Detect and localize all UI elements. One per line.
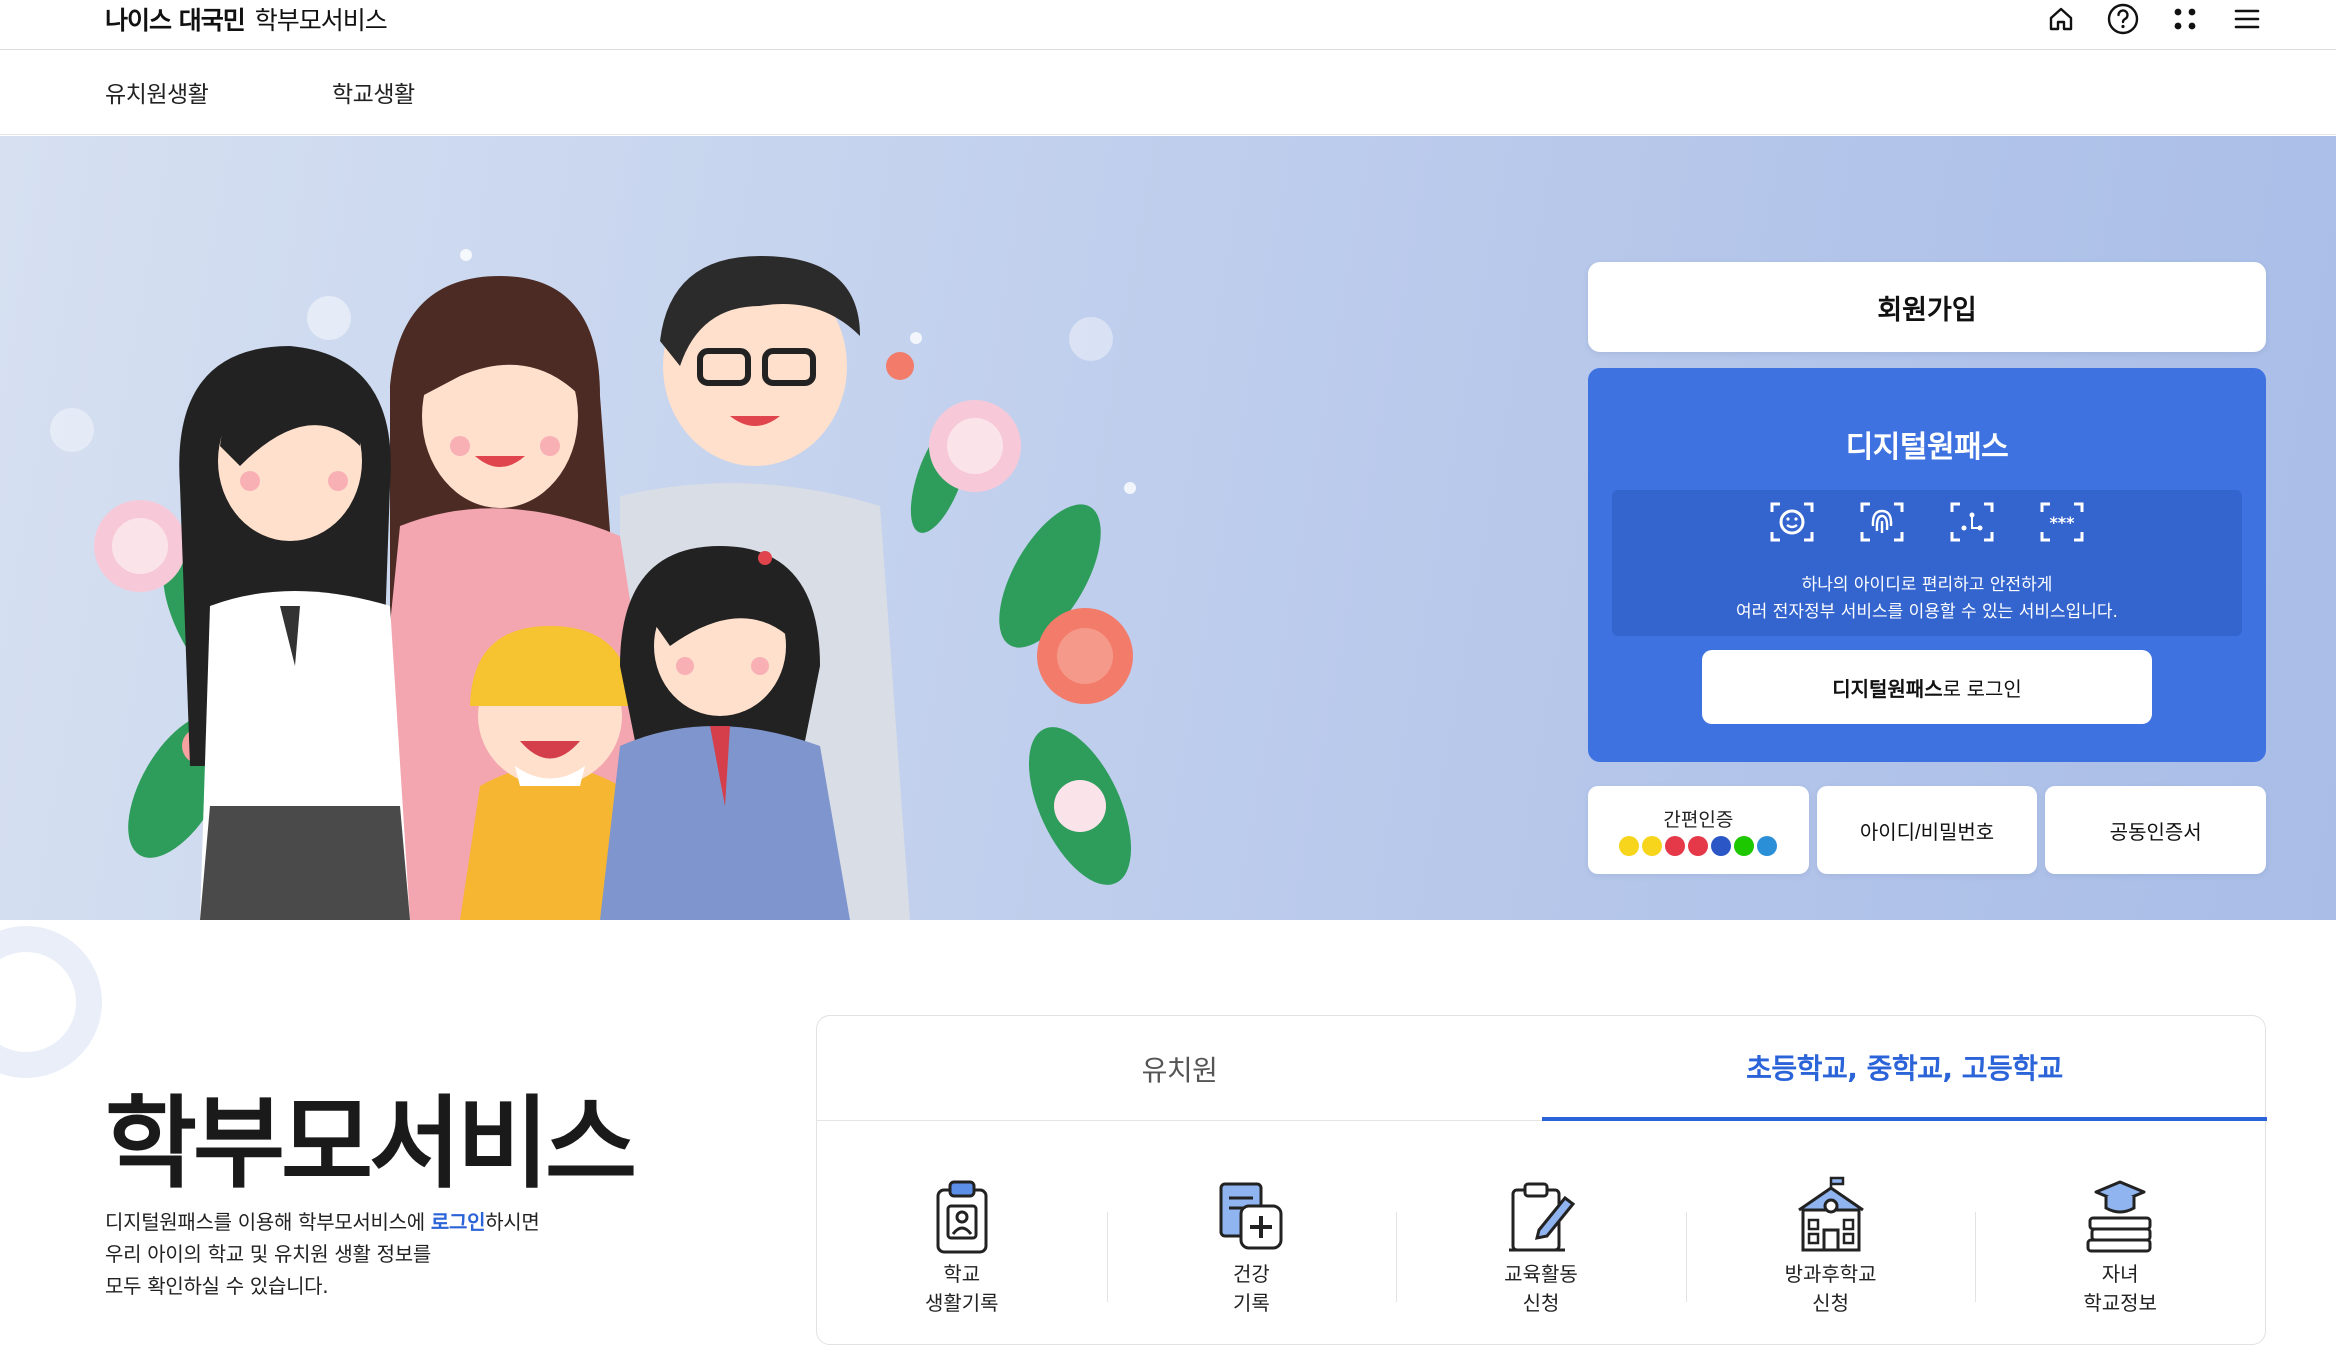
desc-part2: 하시면 xyxy=(485,1210,540,1234)
sub-navigation: 유치원생활 학교생활 xyxy=(0,51,2336,135)
fingerprint-icon xyxy=(1860,502,1904,542)
pin-code-icon: *** xyxy=(2040,502,2084,542)
service-label: 방과후학교 신청 xyxy=(1785,1260,1877,1318)
face-id-icon xyxy=(1770,502,1814,542)
top-utility-icons xyxy=(2044,0,2264,38)
service-activity-apply[interactable]: 교육활동 신청 xyxy=(1396,1176,1686,1318)
menu-icon[interactable] xyxy=(2230,2,2264,36)
service-label-line2: 생활기록 xyxy=(924,1291,999,1315)
service-label: 교육활동 신청 xyxy=(1504,1260,1578,1318)
page-title: 학부모서비스 xyxy=(105,1085,637,1202)
service-label-line2: 기록 xyxy=(1232,1291,1270,1315)
service-label-line2: 신청 xyxy=(1812,1291,1849,1315)
onepass-login-rest: 로 로그인 xyxy=(1942,678,2022,701)
onepass-title: 디지털원패스 xyxy=(1845,430,2009,465)
onepass-info-box: *** 하나의 아이디로 편리하고 안전하게 여러 전자정부 서비스를 이용할 … xyxy=(1612,490,2242,636)
afterschool-icon xyxy=(1797,1176,1864,1252)
onepass-method-icons: *** xyxy=(1612,498,2242,546)
digital-onepass-box: 디지털원패스 *** 하나의 아이디로 편리하고 안전하게 여러 전자정부 서비… xyxy=(1588,368,2266,762)
auth-methods: 간편인증 아이디/비밀번호 공동인증서 xyxy=(1588,786,2267,874)
school-info-icon xyxy=(2086,1180,2152,1253)
shinhan-icon xyxy=(1757,835,1778,856)
onepass-description: 하나의 아이디로 편리하고 안전하게 여러 전자정부 서비스를 이용할 수 있는… xyxy=(1612,572,2242,626)
service-school-record[interactable]: 학교 생활기록 xyxy=(817,1176,1107,1318)
brand-service: 학부모서비스 xyxy=(254,6,388,35)
simple-auth-button[interactable]: 간편인증 xyxy=(1588,786,1809,874)
apps-grid-icon[interactable] xyxy=(2168,2,2202,36)
service-label-line2: 신청 xyxy=(1522,1291,1560,1315)
service-label: 학교 생활기록 xyxy=(925,1260,999,1318)
kakao-icon xyxy=(1619,835,1640,856)
page-description: 디지털원패스를 이용해 학부모서비스에 로그인하시면 우리 아이의 학교 및 유… xyxy=(105,1206,540,1302)
simple-auth-label: 간편인증 xyxy=(1663,809,1734,831)
service-label-line1: 방과후학교 xyxy=(1784,1262,1877,1286)
service-tabs: 유치원 초등학교, 중학교, 고등학교 xyxy=(817,1016,2267,1121)
health-record-icon xyxy=(1219,1182,1283,1250)
top-header: 나이스 대국민 학부모서비스 xyxy=(0,0,2336,50)
home-icon[interactable] xyxy=(2044,2,2078,36)
pass-icon xyxy=(1688,835,1709,856)
service-label: 건강 기록 xyxy=(1233,1260,1270,1318)
hero-banner: 회원가입 디지털원패스 *** 하나의 아이디로 편리하고 안전하게 여러 전자… xyxy=(0,136,2336,920)
id-password-button[interactable]: 아이디/비밀번호 xyxy=(1816,786,2038,874)
login-link[interactable]: 로그인 xyxy=(431,1210,486,1234)
brand-name: 나이스 대국민 xyxy=(105,6,246,35)
certificate-button[interactable]: 공동인증서 xyxy=(2045,786,2267,874)
nav-kindergarten-life[interactable]: 유치원생활 xyxy=(105,75,209,109)
service-label-line1: 건강 xyxy=(1232,1262,1270,1286)
tab-school[interactable]: 초등학교, 중학교, 고등학교 xyxy=(1542,1016,2267,1121)
desc-line3: 모두 확인하실 수 있습니다. xyxy=(105,1274,329,1298)
auth-provider-icons xyxy=(1619,835,1778,856)
onepass-desc-line1: 하나의 아이디로 편리하고 안전하게 xyxy=(1801,575,2053,595)
tab-kindergarten[interactable]: 유치원 xyxy=(817,1016,1542,1121)
signup-button[interactable]: 회원가입 xyxy=(1588,262,2266,352)
service-label-line1: 교육활동 xyxy=(1504,1262,1578,1286)
service-label-line2: 학교정보 xyxy=(2083,1291,2157,1315)
samsung-pass-icon xyxy=(1711,835,1732,856)
onepass-login-bold: 디지털원패스 xyxy=(1832,678,1943,701)
kb-icon xyxy=(1642,835,1663,856)
service-label-line1: 자녀 xyxy=(2101,1262,2139,1286)
service-label: 자녀 학교정보 xyxy=(2083,1260,2157,1318)
help-icon[interactable] xyxy=(2106,2,2140,36)
payco-icon xyxy=(1665,835,1686,856)
activity-apply-icon xyxy=(1508,1182,1576,1252)
service-card: 유치원 초등학교, 중학교, 고등학교 학교 생활기록 건강 기록 교육활동 신… xyxy=(816,1015,2267,1345)
decorative-circle xyxy=(0,926,102,1078)
onepass-desc-line2: 여러 전자정부 서비스를 이용할 수 있는 서비스입니다. xyxy=(1736,602,2118,622)
family-illustration xyxy=(94,256,1133,920)
school-record-icon xyxy=(936,1180,988,1254)
service-health-record[interactable]: 건강 기록 xyxy=(1106,1176,1397,1318)
service-school-info[interactable]: 자녀 학교정보 xyxy=(1975,1176,2265,1318)
svg-text:***: *** xyxy=(2049,513,2075,532)
naver-icon xyxy=(1734,835,1755,856)
desc-part1: 디지털원패스를 이용해 학부모서비스에 xyxy=(105,1210,431,1234)
onepass-login-button[interactable]: 디지털원패스 로 로그인 xyxy=(1702,650,2152,724)
service-label-line1: 학교 xyxy=(943,1262,981,1286)
pattern-icon xyxy=(1950,502,1994,542)
service-afterschool[interactable]: 방과후학교 신청 xyxy=(1685,1176,1976,1318)
nav-school-life[interactable]: 학교생활 xyxy=(332,75,415,109)
desc-line2: 우리 아이의 학교 및 유치원 생활 정보를 xyxy=(105,1242,431,1266)
login-panel: 회원가입 디지털원패스 *** 하나의 아이디로 편리하고 안전하게 여러 전자… xyxy=(1588,262,2267,874)
site-logo[interactable]: 나이스 대국민 학부모서비스 xyxy=(105,0,388,38)
service-list: 학교 생활기록 건강 기록 교육활동 신청 방과후학교 신청 자녀 학교정보 xyxy=(817,1176,2265,1318)
